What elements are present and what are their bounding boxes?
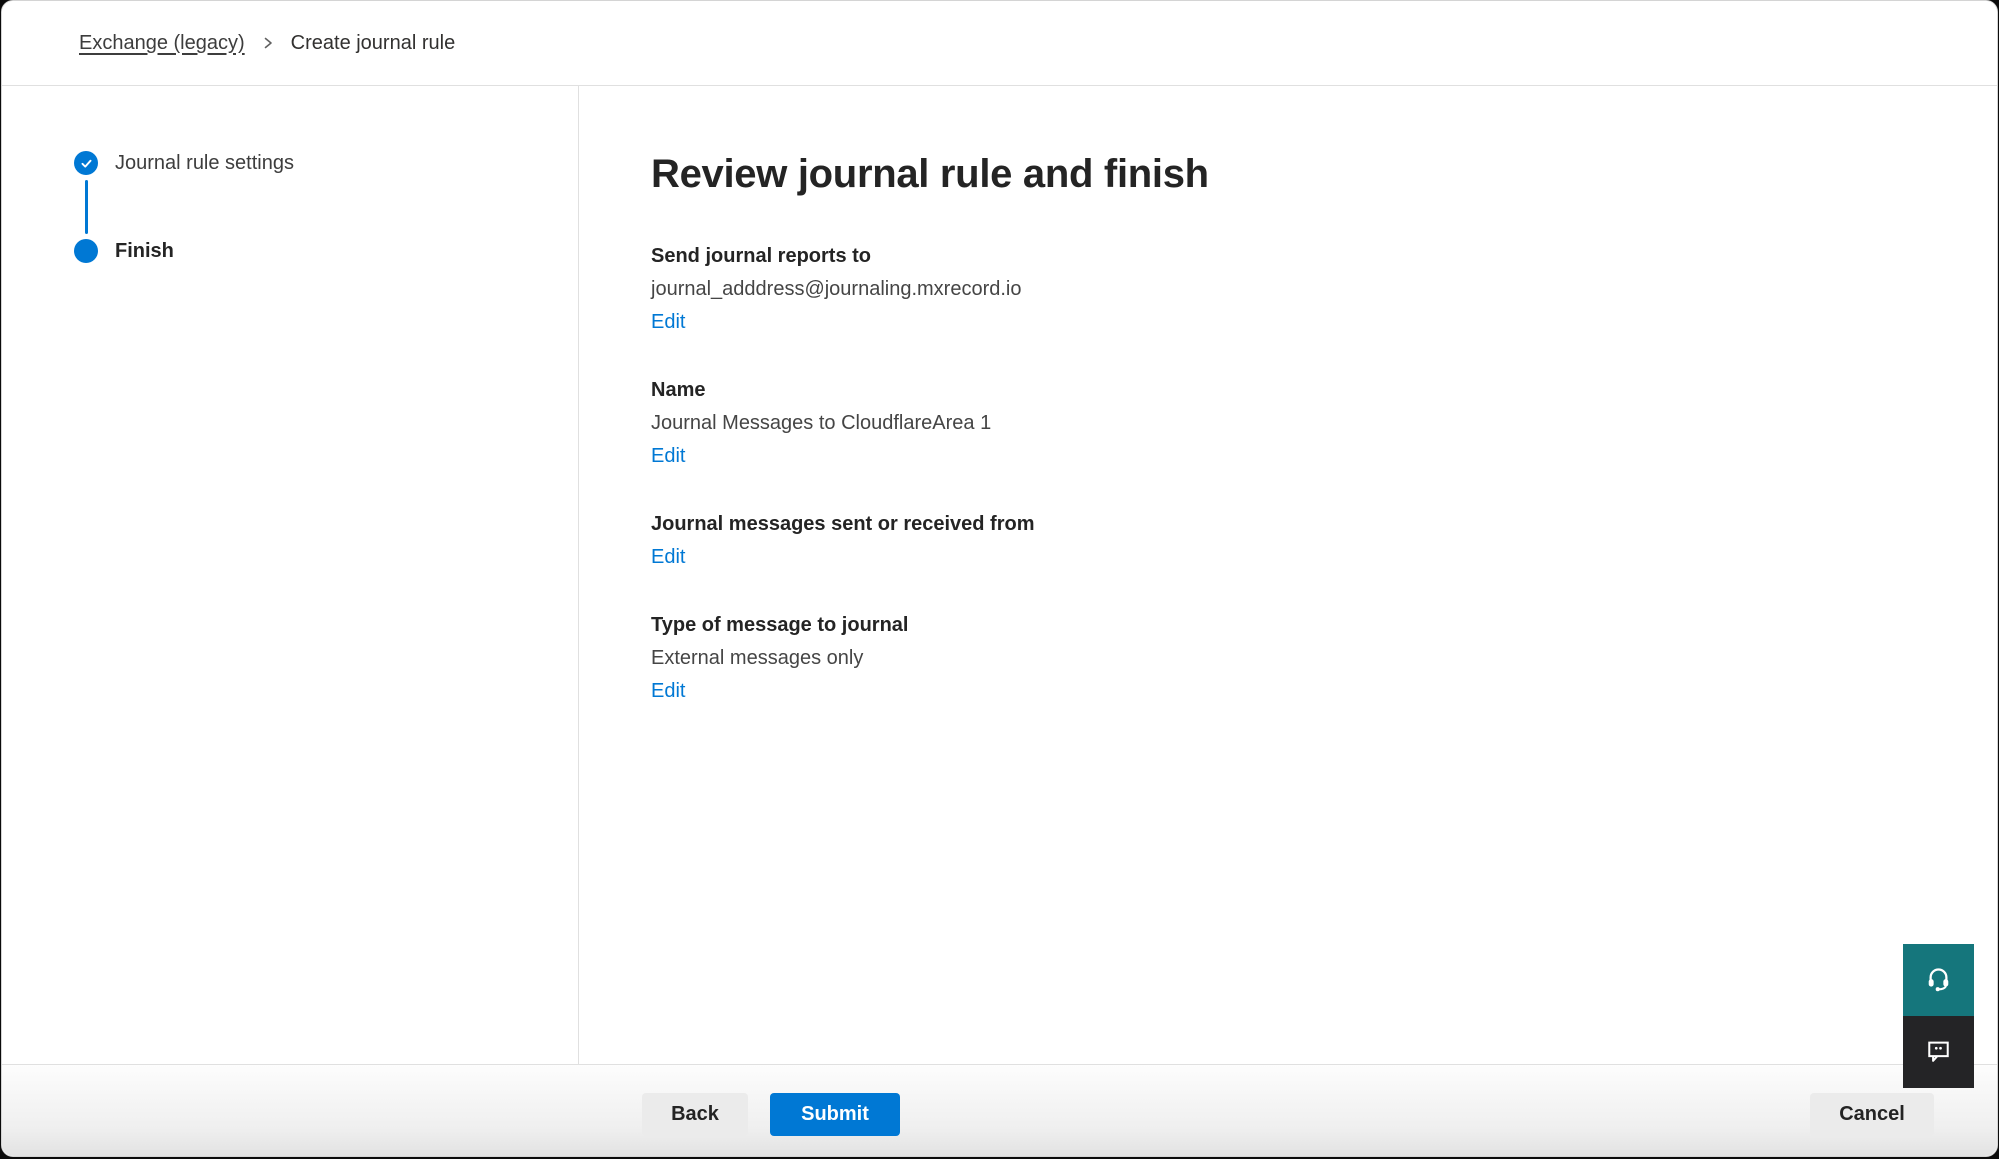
cancel-button[interactable]: Cancel [1810, 1093, 1934, 1136]
content-area: Journal rule settings Finish Review jour… [2, 86, 1997, 1064]
action-bar: Back Submit Cancel [2, 1064, 1997, 1156]
section-name: Name Journal Messages to CloudflareArea … [651, 374, 1957, 473]
chat-icon [1925, 1037, 1952, 1067]
headset-icon [1925, 965, 1952, 995]
step-connector-line [85, 180, 88, 234]
section-label: Name [651, 374, 1957, 407]
breadcrumb-link-exchange-legacy[interactable]: Exchange (legacy) [79, 32, 245, 55]
review-panel: Review journal rule and finish Send jour… [579, 86, 1997, 1064]
floating-side-buttons [1903, 944, 1974, 1088]
section-label: Type of message to journal [651, 609, 1957, 642]
edit-message-type-link[interactable]: Edit [651, 675, 685, 708]
journal-report-address-value: journal_adddress@journaling.mxrecord.io [651, 273, 1957, 306]
breadcrumb-chevron-icon [261, 36, 275, 50]
step-completed-check-icon [74, 151, 98, 175]
step-label-journal-rule-settings: Journal rule settings [115, 151, 294, 175]
back-button[interactable]: Back [642, 1093, 748, 1136]
section-send-journal-reports-to: Send journal reports to journal_adddress… [651, 240, 1957, 339]
help-button[interactable] [1903, 944, 1974, 1016]
wizard-steps-panel: Journal rule settings Finish [2, 86, 579, 1064]
message-type-value: External messages only [651, 642, 1957, 675]
rule-name-value: Journal Messages to CloudflareArea 1 [651, 407, 1957, 440]
page-title: Review journal rule and finish [651, 148, 1957, 200]
app-window: Exchange (legacy) Create journal rule Jo… [1, 0, 1998, 1157]
step-label-finish: Finish [115, 239, 174, 263]
section-label: Journal messages sent or received from [651, 508, 1957, 541]
section-type-of-message: Type of message to journal External mess… [651, 609, 1957, 708]
step-journal-rule-settings[interactable]: Journal rule settings [74, 151, 578, 175]
step-finish[interactable]: Finish [74, 239, 578, 263]
section-label: Send journal reports to [651, 240, 1957, 273]
step-current-dot-icon [74, 239, 98, 263]
section-journal-messages-sent-or-received: Journal messages sent or received from E… [651, 508, 1957, 574]
breadcrumb: Exchange (legacy) Create journal rule [2, 1, 1997, 86]
breadcrumb-current-page: Create journal rule [291, 32, 456, 55]
edit-journal-scope-link[interactable]: Edit [651, 541, 685, 574]
edit-send-journal-reports-link[interactable]: Edit [651, 306, 685, 339]
edit-name-link[interactable]: Edit [651, 440, 685, 473]
feedback-button[interactable] [1903, 1016, 1974, 1088]
submit-button[interactable]: Submit [770, 1093, 900, 1136]
